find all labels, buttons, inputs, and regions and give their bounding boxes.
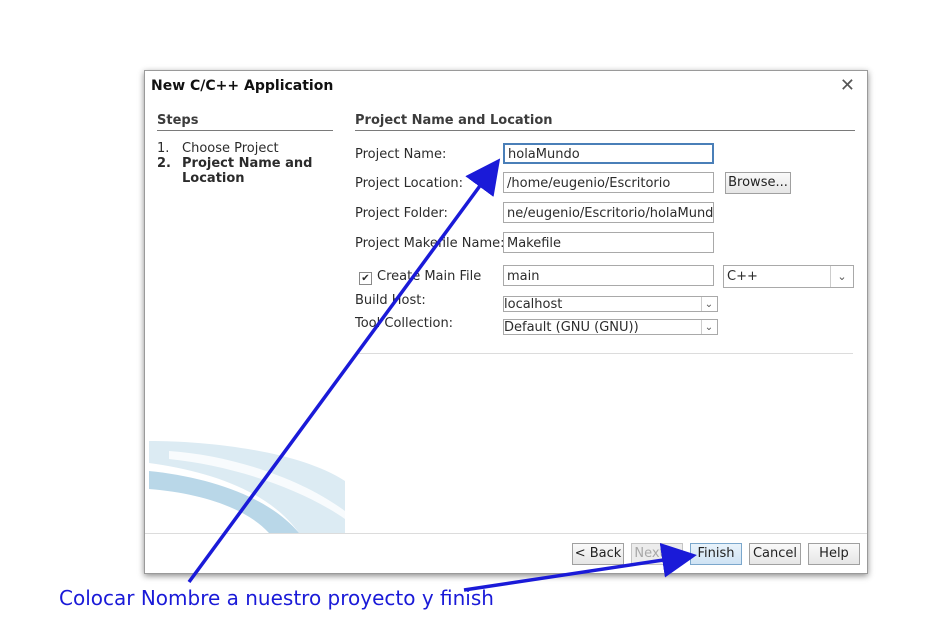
arrow-to-project-name	[187, 158, 501, 584]
annotation-arrows	[187, 158, 697, 592]
annotation-caption: Colocar Nombre a nuestro proyecto y fini…	[59, 586, 494, 610]
arrow-to-finish-button	[463, 542, 697, 592]
